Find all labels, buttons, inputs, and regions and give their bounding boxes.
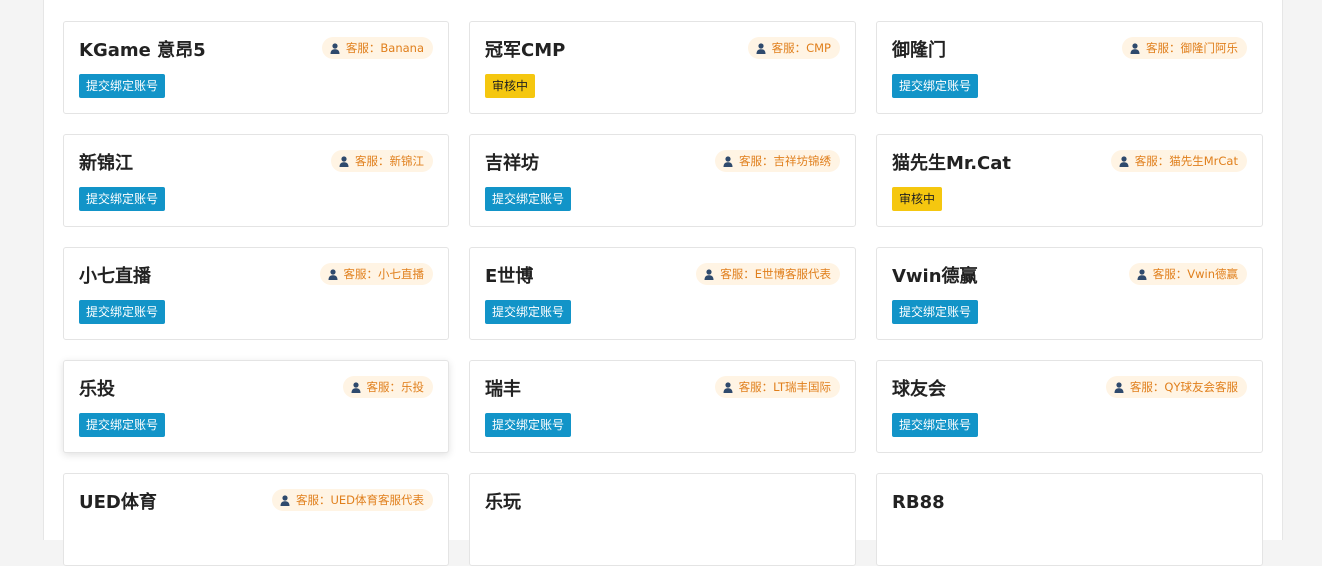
user-icon [351,381,361,393]
platform-title: 新锦江 [79,153,133,174]
customer-service-tag[interactable]: 客服：猫先生MrCat [1110,150,1247,172]
platform-title: 乐玩 [485,492,521,513]
under-review-badge: 审核中 [892,187,943,211]
under-review-badge: 审核中 [485,74,536,98]
customer-service-tag[interactable]: 客服：乐投 [342,376,433,398]
customer-service-tag[interactable]: 客服：CMP [747,37,840,59]
customer-service-label: 客服：乐投 [366,380,425,394]
platform-title: 吉祥坊 [485,153,539,174]
platform-card: 御隆门 客服：御隆门阿乐 提交绑定账号 [876,21,1263,114]
platform-card: 小七直播 客服：小七直播 提交绑定账号 [63,247,449,340]
customer-service-tag[interactable]: 客服：E世博客服代表 [696,263,840,285]
customer-service-tag[interactable]: 客服：QY球友会客服 [1105,376,1247,398]
customer-service-label: 客服：小七直播 [343,267,425,281]
platform-title: E世博 [485,266,534,287]
submit-bind-account-button[interactable]: 提交绑定账号 [79,187,166,211]
customer-service-tag[interactable]: 客服：御隆门阿乐 [1122,37,1247,59]
platform-title: UED体育 [79,492,157,513]
platform-card-grid: KGame 意昂5 客服：Banana 提交绑定账号 冠军CMP 客服：CMP … [63,21,1263,566]
submit-bind-account-button[interactable]: 提交绑定账号 [485,413,572,437]
submit-bind-account-button[interactable]: 提交绑定账号 [892,74,979,98]
platform-card: 新锦江 客服：新锦江 提交绑定账号 [63,134,449,227]
customer-service-label: 客服：E世博客服代表 [720,267,831,281]
customer-service-tag[interactable]: 客服：吉祥坊锦绣 [715,150,840,172]
submit-bind-account-button[interactable]: 提交绑定账号 [79,74,166,98]
customer-service-label: 客服：吉祥坊锦绣 [739,154,831,168]
user-icon [328,268,338,280]
platform-card: KGame 意昂5 客服：Banana 提交绑定账号 [63,21,449,114]
platform-card: 冠军CMP 客服：CMP 审核中 [469,21,856,114]
user-icon [1137,268,1147,280]
customer-service-tag[interactable]: 客服：小七直播 [319,263,433,285]
platform-card: 乐投 客服：乐投 提交绑定账号 [63,360,449,453]
customer-service-label: 客服：御隆门阿乐 [1146,41,1238,55]
customer-service-label: 客服：Vwin德赢 [1152,267,1238,281]
submit-bind-account-button[interactable]: 提交绑定账号 [892,300,979,324]
platform-title: 猫先生Mr.Cat [892,153,1012,174]
user-icon [1130,42,1140,54]
platform-card: E世博 客服：E世博客服代表 提交绑定账号 [469,247,856,340]
platform-title: Vwin德赢 [892,266,978,287]
platform-title: 御隆门 [892,40,946,61]
customer-service-tag[interactable]: 客服：UED体育客服代表 [271,489,433,511]
customer-service-label: 客服：新锦江 [355,154,424,168]
user-icon [330,42,340,54]
customer-service-tag[interactable]: 客服：LT瑞丰国际 [714,376,840,398]
platform-card: 吉祥坊 客服：吉祥坊锦绣 提交绑定账号 [469,134,856,227]
user-icon [1114,381,1124,393]
user-icon [723,155,733,167]
platform-title: RB88 [892,492,945,513]
user-icon [1119,155,1129,167]
customer-service-tag[interactable]: 客服：Banana [321,37,433,59]
platform-card: 球友会 客服：QY球友会客服 提交绑定账号 [876,360,1263,453]
customer-service-label: 客服：UED体育客服代表 [295,493,424,507]
platform-title: 小七直播 [79,266,151,287]
customer-service-label: 客服：LT瑞丰国际 [738,380,831,394]
submit-bind-account-button[interactable]: 提交绑定账号 [485,300,572,324]
customer-service-tag[interactable]: 客服：新锦江 [331,150,433,172]
platform-title: 冠军CMP [485,40,566,61]
user-icon [756,42,766,54]
submit-bind-account-button[interactable]: 提交绑定账号 [79,413,166,437]
submit-bind-account-button[interactable]: 提交绑定账号 [485,187,572,211]
customer-service-label: 客服：猫先生MrCat [1134,154,1238,168]
customer-service-tag[interactable]: 客服：Vwin德赢 [1128,263,1247,285]
platform-card: 瑞丰 客服：LT瑞丰国际 提交绑定账号 [469,360,856,453]
submit-bind-account-button[interactable]: 提交绑定账号 [892,413,979,437]
user-icon [723,381,733,393]
customer-service-label: 客服：CMP [771,41,831,55]
platform-title: 乐投 [79,379,115,400]
submit-bind-account-button[interactable]: 提交绑定账号 [79,300,166,324]
user-icon [280,494,290,506]
platform-card: Vwin德赢 客服：Vwin德赢 提交绑定账号 [876,247,1263,340]
customer-service-label: 客服：Banana [345,41,424,55]
user-icon [704,268,714,280]
platform-card: 猫先生Mr.Cat 客服：猫先生MrCat 审核中 [876,134,1263,227]
platform-title: 瑞丰 [485,379,521,400]
platform-title: 球友会 [892,379,946,400]
customer-service-label: 客服：QY球友会客服 [1129,380,1238,394]
user-icon [339,155,349,167]
platform-title: KGame 意昂5 [79,40,206,61]
